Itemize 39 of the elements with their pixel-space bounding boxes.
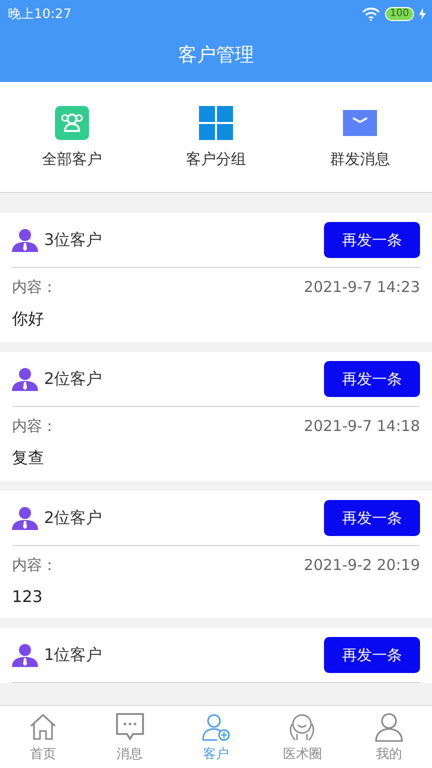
resend-button[interactable]: 再发一条 bbox=[324, 500, 420, 536]
recipient-count: 2位客户 bbox=[44, 508, 104, 528]
status-time: 晚上10:27 bbox=[8, 6, 72, 23]
recipient-count: 1位客户 bbox=[44, 644, 104, 666]
resend-button[interactable]: 再发一条 bbox=[324, 361, 420, 397]
recipient-count: 3位客户 bbox=[44, 230, 104, 250]
sent-time: 2021-9-7 14:18 bbox=[304, 417, 420, 436]
person-icon bbox=[12, 228, 38, 252]
resend-button[interactable]: 再发一条 bbox=[324, 637, 420, 673]
people-icon bbox=[55, 106, 89, 140]
resend-button[interactable]: 再发一条 bbox=[324, 222, 420, 258]
action-tile[interactable]: 客户分组 bbox=[144, 82, 288, 192]
action-tile[interactable]: 全部客户 bbox=[0, 82, 144, 192]
home-icon bbox=[28, 712, 58, 742]
tab-item[interactable]: 消息 bbox=[86, 706, 173, 768]
grid-icon bbox=[199, 106, 233, 140]
person-icon bbox=[12, 367, 38, 391]
action-tile[interactable]: 群发消息 bbox=[288, 82, 432, 192]
person-icon bbox=[12, 506, 38, 530]
tab-item[interactable]: 我的 bbox=[346, 706, 432, 768]
content-label: 内容： bbox=[12, 417, 57, 436]
recipient-count: 2位客户 bbox=[44, 368, 104, 390]
tab-item[interactable]: 医术圈 bbox=[259, 706, 346, 768]
content-label: 内容： bbox=[12, 278, 57, 297]
page-title: 客户管理 bbox=[178, 43, 254, 68]
wifi-icon bbox=[362, 7, 380, 21]
sent-time: 2021-9-7 14:23 bbox=[304, 278, 420, 297]
message-content: 复查 bbox=[12, 448, 45, 469]
battery-level: 100 bbox=[384, 7, 414, 21]
person-icon bbox=[12, 643, 38, 667]
user-icon bbox=[374, 712, 404, 742]
tab-item[interactable]: 首页 bbox=[0, 706, 86, 768]
charging-icon bbox=[419, 8, 426, 20]
person-add-icon bbox=[201, 712, 232, 742]
content-label: 内容： bbox=[12, 556, 57, 575]
sent-time: 2021-9-2 20:19 bbox=[304, 556, 420, 575]
message-content: 你好 bbox=[12, 309, 45, 330]
chat-icon bbox=[114, 712, 145, 742]
message-content: 123 bbox=[12, 587, 44, 606]
